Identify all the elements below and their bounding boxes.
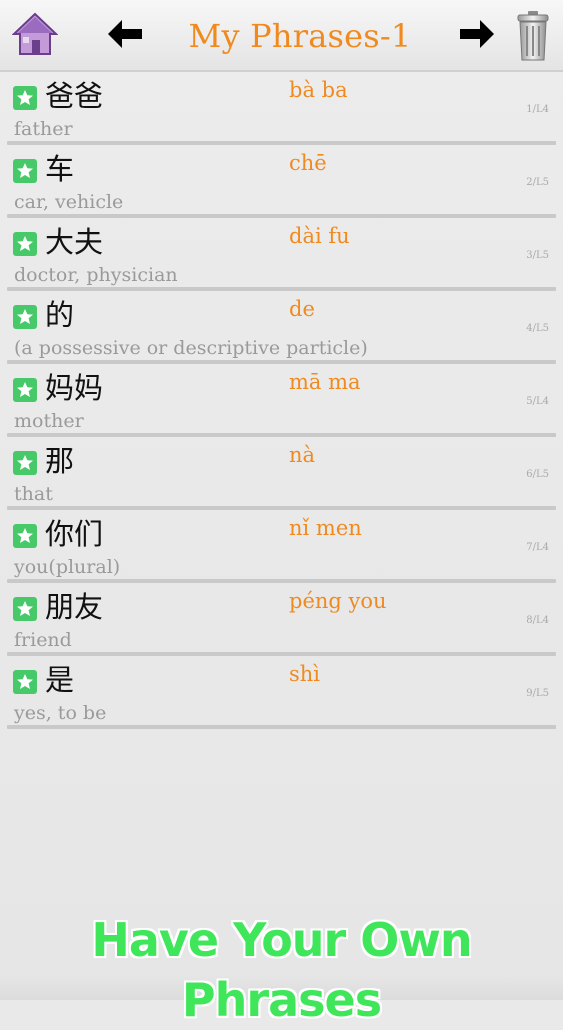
top-bar: My Phrases-1 bbox=[0, 0, 563, 72]
phrase-pinyin: mā ma bbox=[289, 370, 361, 394]
phrase-meaning: (a possessive or descriptive particle) bbox=[14, 337, 368, 359]
phrase-meaning: father bbox=[14, 118, 73, 140]
phrase-pinyin: bà ba bbox=[289, 78, 348, 102]
phrase-pinyin: péng you bbox=[289, 589, 387, 613]
phrase-row[interactable]: 你们 nǐ men you(plural) 7/L4 bbox=[0, 510, 563, 583]
phrase-hanzi: 妈妈 bbox=[45, 371, 104, 405]
phrase-row[interactable]: 爸爸 bà ba father 1/L4 bbox=[0, 72, 563, 145]
home-button[interactable] bbox=[11, 10, 59, 58]
trash-icon bbox=[517, 11, 549, 61]
phrase-row[interactable]: 的 de (a possessive or descriptive partic… bbox=[0, 291, 563, 364]
phrase-counter: 5/L4 bbox=[526, 396, 549, 407]
phrase-counter: 2/L5 bbox=[526, 177, 549, 188]
phrase-counter: 1/L4 bbox=[526, 104, 549, 115]
phrase-pinyin: nà bbox=[289, 443, 316, 467]
previous-button[interactable] bbox=[108, 20, 144, 48]
star-icon[interactable] bbox=[13, 86, 37, 110]
trash-button[interactable] bbox=[516, 10, 550, 62]
phrase-row[interactable]: 朋友 péng you friend 8/L4 bbox=[0, 583, 563, 656]
phrase-hanzi: 的 bbox=[45, 298, 75, 332]
star-icon[interactable] bbox=[13, 524, 37, 548]
star-icon[interactable] bbox=[13, 670, 37, 694]
star-icon[interactable] bbox=[13, 597, 37, 621]
phrase-counter: 9/L5 bbox=[526, 688, 549, 699]
next-button[interactable] bbox=[458, 20, 494, 48]
phrase-hanzi: 那 bbox=[45, 444, 75, 478]
phrase-hanzi: 爸爸 bbox=[45, 79, 104, 113]
phrase-hanzi: 你们 bbox=[45, 517, 104, 551]
phrase-counter: 7/L4 bbox=[526, 542, 549, 553]
phrase-meaning: that bbox=[14, 483, 53, 505]
home-icon bbox=[11, 12, 59, 55]
phrase-pinyin: dài fu bbox=[289, 224, 350, 248]
phrase-meaning: mother bbox=[14, 410, 84, 432]
phrase-row[interactable]: 妈妈 mā ma mother 5/L4 bbox=[0, 364, 563, 437]
phrase-counter: 4/L5 bbox=[526, 323, 549, 334]
phrase-meaning: yes, to be bbox=[14, 702, 107, 724]
page-title: My Phrases-1 bbox=[188, 17, 412, 55]
phrase-hanzi: 朋友 bbox=[45, 590, 104, 624]
row-divider bbox=[7, 725, 556, 729]
arrow-left-icon bbox=[108, 20, 142, 48]
star-icon[interactable] bbox=[13, 378, 37, 402]
arrow-right-icon bbox=[460, 20, 494, 48]
phrase-row[interactable]: 是 shì yes, to be 9/L5 bbox=[0, 656, 563, 729]
phrase-hanzi: 是 bbox=[45, 663, 75, 697]
phrase-pinyin: nǐ men bbox=[289, 516, 362, 540]
phrase-row[interactable]: 车 chē car, vehicle 2/L5 bbox=[0, 145, 563, 218]
phrase-row[interactable]: 大夫 dài fu doctor, physician 3/L5 bbox=[0, 218, 563, 291]
phrase-meaning: doctor, physician bbox=[14, 264, 178, 286]
phrase-pinyin: shì bbox=[289, 662, 321, 686]
phrase-counter: 6/L5 bbox=[526, 469, 549, 480]
star-icon[interactable] bbox=[13, 451, 37, 475]
star-icon[interactable] bbox=[13, 232, 37, 256]
screen: My Phrases-1 爸爸 bà ba father 1/L4 车 chē … bbox=[0, 0, 563, 1027]
phrase-meaning: car, vehicle bbox=[14, 191, 124, 213]
star-icon[interactable] bbox=[13, 305, 37, 329]
phrase-counter: 8/L4 bbox=[526, 615, 549, 626]
phrase-pinyin: de bbox=[289, 297, 315, 321]
star-icon[interactable] bbox=[13, 159, 37, 183]
phrase-hanzi: 大夫 bbox=[45, 225, 104, 259]
phrase-meaning: you(plural) bbox=[14, 556, 121, 578]
phrase-hanzi: 车 bbox=[45, 152, 75, 186]
promo-banner: Have Your Own Phrases bbox=[91, 913, 472, 1027]
phrase-row[interactable]: 那 nà that 6/L5 bbox=[0, 437, 563, 510]
phrase-counter: 3/L5 bbox=[526, 250, 549, 261]
phrase-pinyin: chē bbox=[289, 151, 327, 175]
phrase-meaning: friend bbox=[14, 629, 72, 651]
